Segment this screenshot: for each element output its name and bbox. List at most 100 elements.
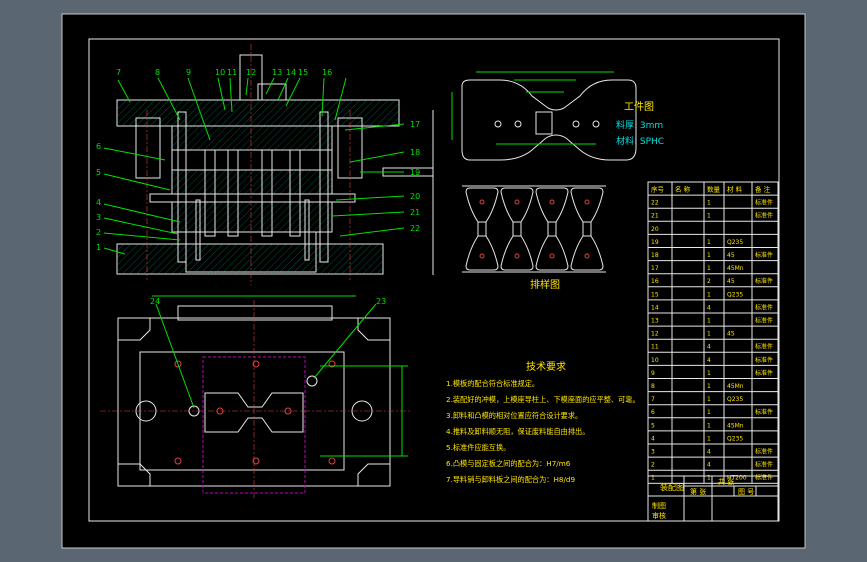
part-label-top: 12 — [246, 68, 256, 77]
bom-cell: 标准件 — [755, 303, 773, 311]
bom-cell: 16 — [651, 278, 659, 285]
tech-requirement-line: 6.凸模与固定板之间的配合为：H7/m6 — [446, 459, 571, 468]
tech-requirement-line: 7.导料销与卸料板之间的配合为：H8/d9 — [446, 475, 575, 484]
bom-cell: 18 — [651, 252, 659, 259]
part-label-top: 9 — [186, 68, 191, 77]
bom-cell: 1 — [707, 252, 711, 259]
bom-cell: 4 — [707, 462, 711, 469]
part-label-top: 15 — [298, 68, 308, 77]
part-label-right: 21 — [410, 208, 420, 217]
bom-cell: 2 — [707, 278, 711, 285]
tech-requirements-title: 技术要求 — [526, 360, 566, 373]
bom-cell: 3 — [651, 449, 655, 456]
bom-cell: 1 — [707, 422, 711, 429]
bom-header: 名 称 — [675, 185, 691, 194]
bom-cell: 45Mn — [727, 383, 744, 390]
tech-requirement-line: 5.标准件应能互换。 — [446, 443, 510, 452]
part-label-left: 2 — [96, 228, 101, 237]
title-block-sheet-no: 第 张 — [690, 487, 706, 496]
bom-cell: 1 — [707, 213, 711, 220]
bom-cell: 12 — [651, 331, 659, 338]
bom-cell: 1 — [707, 331, 711, 338]
part-label-right: 22 — [410, 224, 420, 233]
bom-cell: 21 — [651, 213, 659, 220]
title-block-checker: 审核 — [652, 511, 666, 520]
bom-cell: 标准件 — [755, 317, 773, 325]
part-label-top: 7 — [116, 68, 121, 77]
title-block-drafter: 制图 — [652, 501, 666, 510]
bom-cell: Q235 — [727, 291, 743, 298]
bom-cell: 标准件 — [755, 448, 773, 456]
bom-cell: 1 — [707, 291, 711, 298]
bom-cell: 标准件 — [755, 369, 773, 377]
bom-cell: 15 — [651, 291, 659, 298]
sheet-background — [61, 13, 806, 549]
part-label-top: 13 — [272, 68, 282, 77]
part-label-right: 17 — [410, 120, 420, 129]
bom-cell: Q235 — [727, 396, 743, 403]
bom-cell: 22 — [651, 200, 659, 207]
cad-drawing-canvas[interactable]: 7 8 9 10 11 12 13 14 15 1665432117181920212224 23 — [0, 0, 867, 562]
bom-cell: 1 — [707, 370, 711, 377]
part-label-left: 6 — [96, 142, 101, 151]
bom-cell: 4 — [707, 304, 711, 311]
part-label-left: 4 — [96, 198, 101, 207]
bom-cell: 17 — [651, 265, 659, 272]
plan-label-24: 24 — [150, 297, 160, 306]
bom-cell: 5 — [651, 422, 655, 429]
tech-requirement-line: 3.卸料和凸模的相对位置应符合设计要求。 — [446, 411, 582, 420]
bom-cell: Q235 — [727, 435, 743, 442]
part-label-left: 3 — [96, 213, 101, 222]
bom-cell: 1 — [707, 318, 711, 325]
bom-cell: 45Mn — [727, 422, 744, 429]
part-label-top: 16 — [322, 68, 332, 77]
bom-cell: 1 — [707, 435, 711, 442]
bom-cell: 标准件 — [755, 461, 773, 469]
bom-cell: 标准件 — [755, 474, 773, 482]
bom-cell: 1 — [707, 396, 711, 403]
part-label-top: 14 — [286, 68, 296, 77]
part-label-right: 18 — [410, 148, 420, 157]
title-block-sheets-total: 共 张 — [718, 477, 734, 486]
bom-cell: 7 — [651, 396, 655, 403]
bom-cell: 4 — [707, 344, 711, 351]
bom-cell: 标准件 — [755, 212, 773, 220]
part-label-left: 5 — [96, 168, 101, 177]
bom-header: 序号 — [651, 185, 665, 194]
bom-cell: 10 — [651, 357, 659, 364]
tech-requirement-line: 2.装配好的冲模，上模座导柱上、下模座面的应平整、可靠。 — [446, 395, 640, 404]
bom-cell: 19 — [651, 239, 659, 246]
bom-cell: 1 — [707, 200, 711, 207]
bom-header: 数量 — [707, 185, 721, 194]
bom-cell: 标准件 — [755, 251, 773, 259]
bom-cell: 1 — [707, 383, 711, 390]
bom-cell: 11 — [651, 344, 659, 351]
part-label-left: 1 — [96, 243, 101, 252]
bom-cell: 8 — [651, 383, 655, 390]
bom-cell: 4 — [707, 357, 711, 364]
part-label-top: 11 — [227, 68, 237, 77]
bom-cell: 1 — [707, 239, 711, 246]
bom-cell: 45 — [727, 331, 735, 338]
bom-cell: 1 — [707, 265, 711, 272]
bom-cell: 45 — [727, 252, 735, 259]
bom-cell: 标准件 — [755, 199, 773, 207]
part-label-top: 8 — [155, 68, 160, 77]
bom-header: 备 注 — [755, 185, 771, 194]
bom-cell: 4 — [651, 435, 655, 442]
strip-layout-title: 排样图 — [530, 278, 560, 291]
bom-cell: 4 — [707, 449, 711, 456]
bom-cell: 1 — [707, 409, 711, 416]
bom-header: 材 料 — [727, 185, 743, 194]
title-block-drawing-no: 图 号 — [738, 488, 754, 496]
bom-cell: 标准件 — [755, 408, 773, 416]
bom-cell: 9 — [651, 370, 655, 377]
bom-cell: 6 — [651, 409, 655, 416]
part-label-top: 10 — [215, 68, 225, 77]
workpiece-material: 材料: SPHC — [616, 135, 664, 147]
workpiece-thickness: 料厚: 3mm — [616, 119, 663, 131]
bom-cell: 标准件 — [755, 356, 773, 364]
bom-cell: 45 — [727, 278, 735, 285]
bom-cell: 标准件 — [755, 343, 773, 351]
bom-cell: 2 — [651, 462, 655, 469]
